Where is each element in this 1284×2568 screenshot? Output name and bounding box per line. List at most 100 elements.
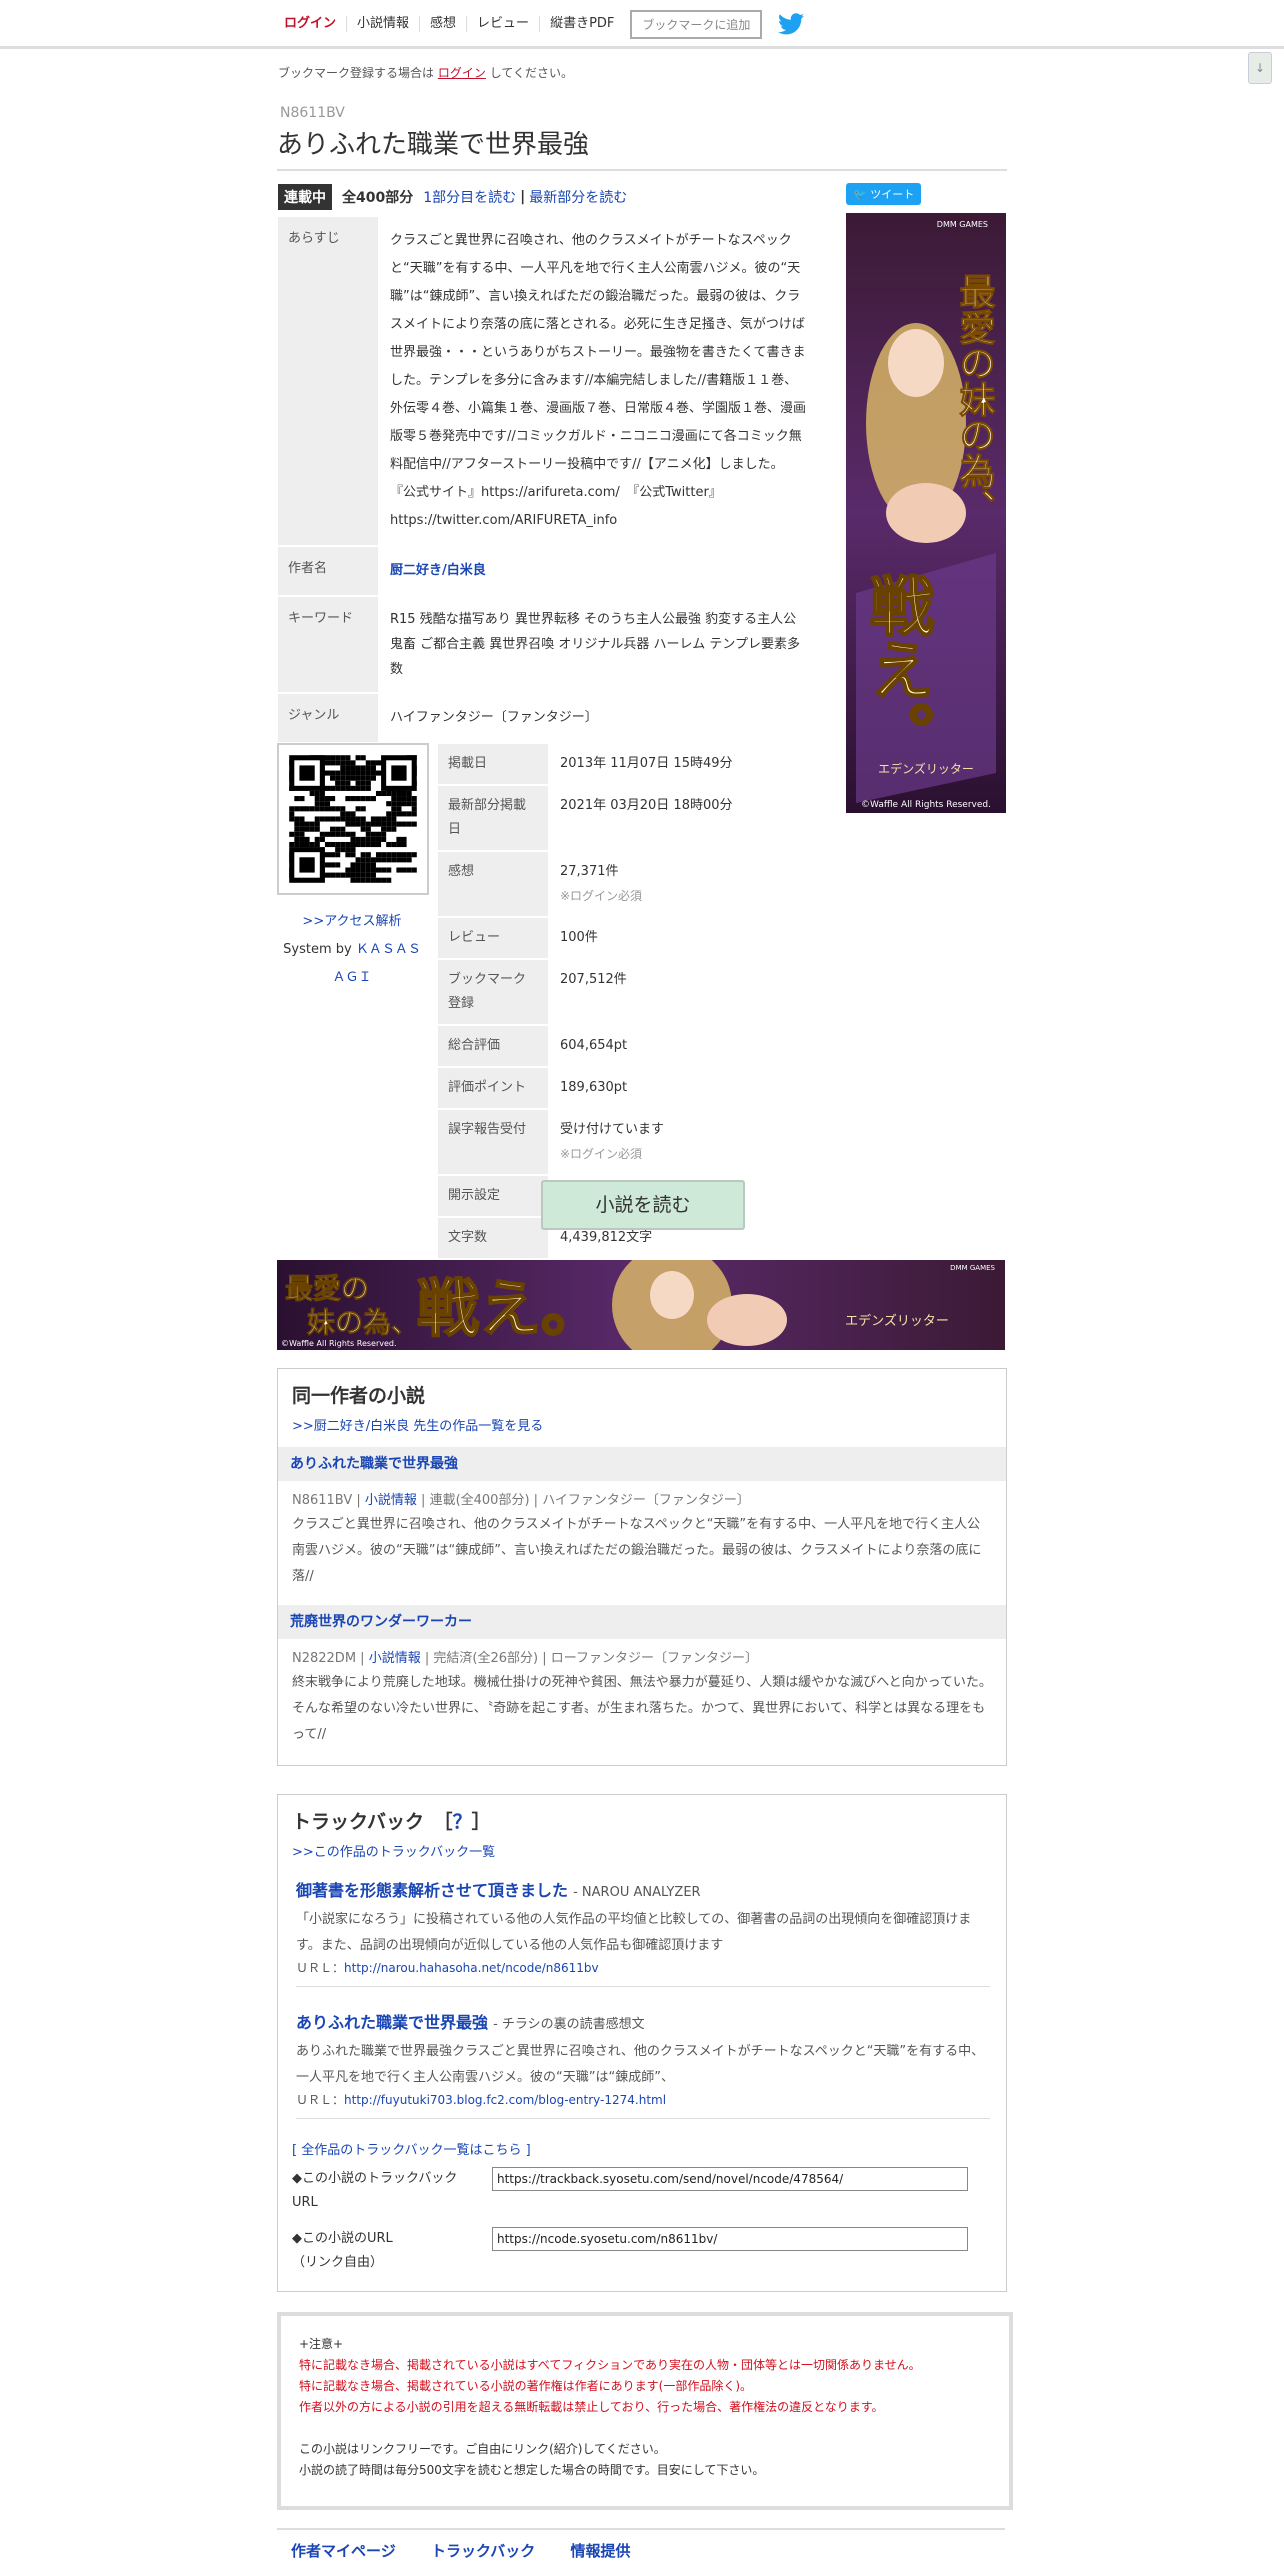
novel-desc: 終末戦争により荒廃した地球。機械仕掛けの死神や貧困、無法や暴力が蔓延り、人類は緩… (292, 1675, 992, 1742)
ad-side-line1: 最愛の妹の為、 (954, 273, 996, 525)
stats-note: ※ログイン必須 (560, 1147, 643, 1161)
trackback-list-link[interactable]: >>この作品のトラックバック一覧 (292, 1845, 495, 1860)
trackback-help-link[interactable]: ？ (453, 1811, 472, 1833)
stats-value-text: 604,654pt (560, 1038, 628, 1053)
trackback-url-link[interactable]: http://narou.hahasoha.net/ncode/n8611bv (344, 1961, 599, 1975)
genre-label: ジャンル (278, 694, 378, 742)
review-link[interactable]: レビュー (467, 16, 541, 32)
banner-logo: エデンズリッター (845, 1313, 949, 1329)
stats-row: 評価ポイント 189,630pt (438, 1068, 818, 1108)
trackback-section: トラックバック ［？］ >>この作品のトラックバック一覧 御著書を形態素解析させ… (277, 1794, 1007, 2292)
trackback-heading: トラックバック ［？］ (292, 1807, 491, 1834)
header-nav: ログイン 小説情報 感想 レビュー 縦書きPDF ブックマークに追加 (274, 8, 805, 40)
caution-line: 特に記載なき場合、掲載されている小説はすべてフィクションであり実在の人物・団体等… (299, 2358, 921, 2372)
novel-info-table: あらすじ クラスごと異世界に召喚され、他のクラスメイトがチートなスペックと“天職… (278, 215, 818, 744)
banner-brand: DMM GAMES (950, 1264, 995, 1272)
novel-genre: ハイファンタジー〔ファンタジー〕 (542, 1493, 750, 1508)
novel-title-link[interactable]: ありふれた職業で世界最強 (278, 1447, 1006, 1481)
novel-info-link[interactable]: 小説情報 (365, 1493, 417, 1508)
ad-logo: エデンズリッター (878, 761, 974, 776)
login-link[interactable]: ログイン (274, 16, 348, 32)
stats-label: レビュー (438, 918, 548, 958)
novel-desc: クラスごと異世界に召喚され、他のクラスメイトがチートなスペックと“天職”を有する… (292, 1517, 982, 1584)
tweet-label: ツイート (870, 188, 915, 201)
genre: ハイファンタジー〔ファンタジー〕 (390, 710, 598, 725)
author-works-link[interactable]: >>厨二好き/白米良 先生の作品一覧を見る (292, 1419, 543, 1434)
novel-url-label2: （リンク自由） (292, 2255, 384, 2270)
novel-genre: ローファンタジー〔ファンタジー〕 (550, 1651, 758, 1666)
read-first-link[interactable]: 1部分目を読む (423, 187, 516, 207)
tweet-button[interactable]: 🐦 ツイート (846, 183, 922, 205)
stats-value-text: 受け付けています (560, 1122, 665, 1137)
stats-value: 189,630pt (548, 1068, 818, 1108)
stats-label: 掲載日 (438, 744, 548, 784)
bookmark-login-notice: ブックマーク登録する場合は ログイン してください。 (278, 64, 573, 81)
notice-text-end: してください。 (489, 66, 573, 80)
footer-trackback-link[interactable]: トラックバック (431, 2542, 535, 2560)
same-author-section: 同一作者の小説 >>厨二好き/白米良 先生の作品一覧を見る ありふれた職業で世界… (277, 1368, 1007, 1766)
trackback-url-field[interactable]: https://trackback.syosetu.com/send/novel… (492, 2167, 968, 2191)
trackback-item: 御著書を形態素解析させて頂きました - NAROU ANALYZER 「小説家に… (296, 1877, 990, 1987)
bookmark-add-button[interactable]: ブックマークに追加 (630, 9, 763, 39)
trackback-url-row: ◆この小説のトラックバック URL https://trackback.syos… (292, 2167, 992, 2215)
read-latest-link[interactable]: 最新部分を読む (529, 187, 627, 207)
banner-advertisement[interactable]: 最愛の 妹の為、 戦え。 エデンズリッター DMM GAMES ©Waffle … (277, 1245, 1005, 1365)
stats-label: 感想 (438, 852, 548, 916)
novel-ncode: N2822DM (292, 1651, 357, 1666)
info-provide-link[interactable]: 情報提供 (570, 2542, 630, 2560)
stats-row: ブックマーク登録 207,512件 (438, 960, 818, 1024)
qr-code (277, 743, 429, 895)
stats-row: 最新部分掲載日 2021年 03月20日 18時00分 (438, 786, 818, 850)
stats-value: 2021年 03月20日 18時00分 (548, 786, 818, 850)
banner-image: 最愛の 妹の為、 戦え。 エデンズリッター DMM GAMES ©Waffle … (277, 1245, 1005, 1365)
caution-line: この小説はリンクフリーです。ご自由にリンク(紹介)してください。 (299, 2442, 666, 2456)
url-label: ＵＲＬ： (296, 2093, 345, 2107)
footer-links: 作者マイページ トラックバック 情報提供 (277, 2528, 1005, 2561)
novel-title-link[interactable]: 荒廃世界のワンダーワーカー (278, 1605, 1006, 1639)
stats-row: 感想 27,371件 ※ログイン必須 (438, 852, 818, 916)
qr-code-image (279, 745, 427, 893)
banner-line2: 妹の為、 (307, 1306, 419, 1339)
stats-value: 27,371件 ※ログイン必須 (548, 852, 818, 916)
bird-icon: 🐦 (853, 188, 867, 201)
access-analysis-link[interactable]: >>アクセス解析 (302, 914, 401, 929)
trackback-title-link[interactable]: ありふれた職業で世界最強 (296, 2013, 488, 2032)
stats-value: 604,654pt (548, 1026, 818, 1066)
author-label: 作者名 (278, 547, 378, 595)
scroll-down-button[interactable]: ↓ (1248, 52, 1272, 84)
stats-value: 100件 (548, 918, 818, 958)
side-advertisement[interactable]: DMM GAMES 最愛の妹の為、 戦え。 エデンズリッター ©Waffle A… (846, 213, 1006, 813)
novel-info-link[interactable]: 小説情報 (369, 1651, 421, 1666)
stats-value-text: 2021年 03月20日 18時00分 (560, 798, 733, 813)
author-mypage-link[interactable]: 作者マイページ (291, 2542, 396, 2560)
novel-meta: N8611BV | 小説情報 | 連載(全400部分) | ハイファンタジー〔フ… (292, 1493, 750, 1508)
novel-info-link[interactable]: 小説情報 (347, 16, 421, 32)
novel-ncode: N8611BV (292, 1493, 353, 1508)
ad-brand: DMM GAMES (937, 220, 988, 229)
stats-value-text: 189,630pt (560, 1080, 628, 1095)
trackback-title-link[interactable]: 御著書を形態素解析させて頂きました (296, 1881, 568, 1900)
vertical-pdf-link[interactable]: 縦書きPDF (540, 16, 624, 32)
trackback-url-link[interactable]: http://fuyutuki703.blog.fc2.com/blog-ent… (344, 2093, 666, 2107)
stats-value: 207,512件 (548, 960, 818, 1024)
novel-status: 連載(全400部分) (429, 1493, 530, 1508)
read-novel-button[interactable]: 小説を読む (541, 1180, 745, 1230)
caution-line: 作者以外の方による小説の引用を超える無断転載は禁止しており、行った場合、著作権法… (299, 2400, 884, 2414)
trackback-heading-end: ］ (471, 1811, 491, 1833)
stats-value: 2013年 11月07日 15時49分 (548, 744, 818, 784)
novel-url-field[interactable]: https://ncode.syosetu.com/n8611bv/ (492, 2227, 968, 2251)
all-trackbacks-link[interactable]: [ 全作品のトラックバック一覧はこちら ] (292, 2139, 531, 2158)
url-label: ＵＲＬ： (296, 1961, 345, 1975)
twitter-icon[interactable] (778, 13, 805, 35)
keyword-label: キーワード (278, 597, 378, 692)
stats-value: 受け付けています ※ログイン必須 (548, 1110, 818, 1174)
novel-url-row: ◆この小説のURL （リンク自由） https://ncode.syosetu.… (292, 2227, 992, 2275)
trackback-text: 「小説家になろう」に投稿されている他の人気作品の平均値と比較しての、御著書の品詞… (296, 1912, 972, 1953)
access-analysis: >>アクセス解析 System by ＫＡＳＡＳＡＧＩ (282, 908, 422, 992)
same-author-novel: ありふれた職業で世界最強 N8611BV | 小説情報 | 連載(全400部分)… (278, 1447, 1006, 1590)
notice-login-link[interactable]: ログイン (438, 66, 486, 80)
author-link[interactable]: 厨二好き/白米良 (390, 563, 486, 578)
trackback-url-label2: URL (292, 2195, 318, 2210)
impressions-link[interactable]: 感想 (420, 16, 468, 32)
same-author-novel: 荒廃世界のワンダーワーカー N2822DM | 小説情報 | 完結済(全26部分… (278, 1605, 1006, 1748)
